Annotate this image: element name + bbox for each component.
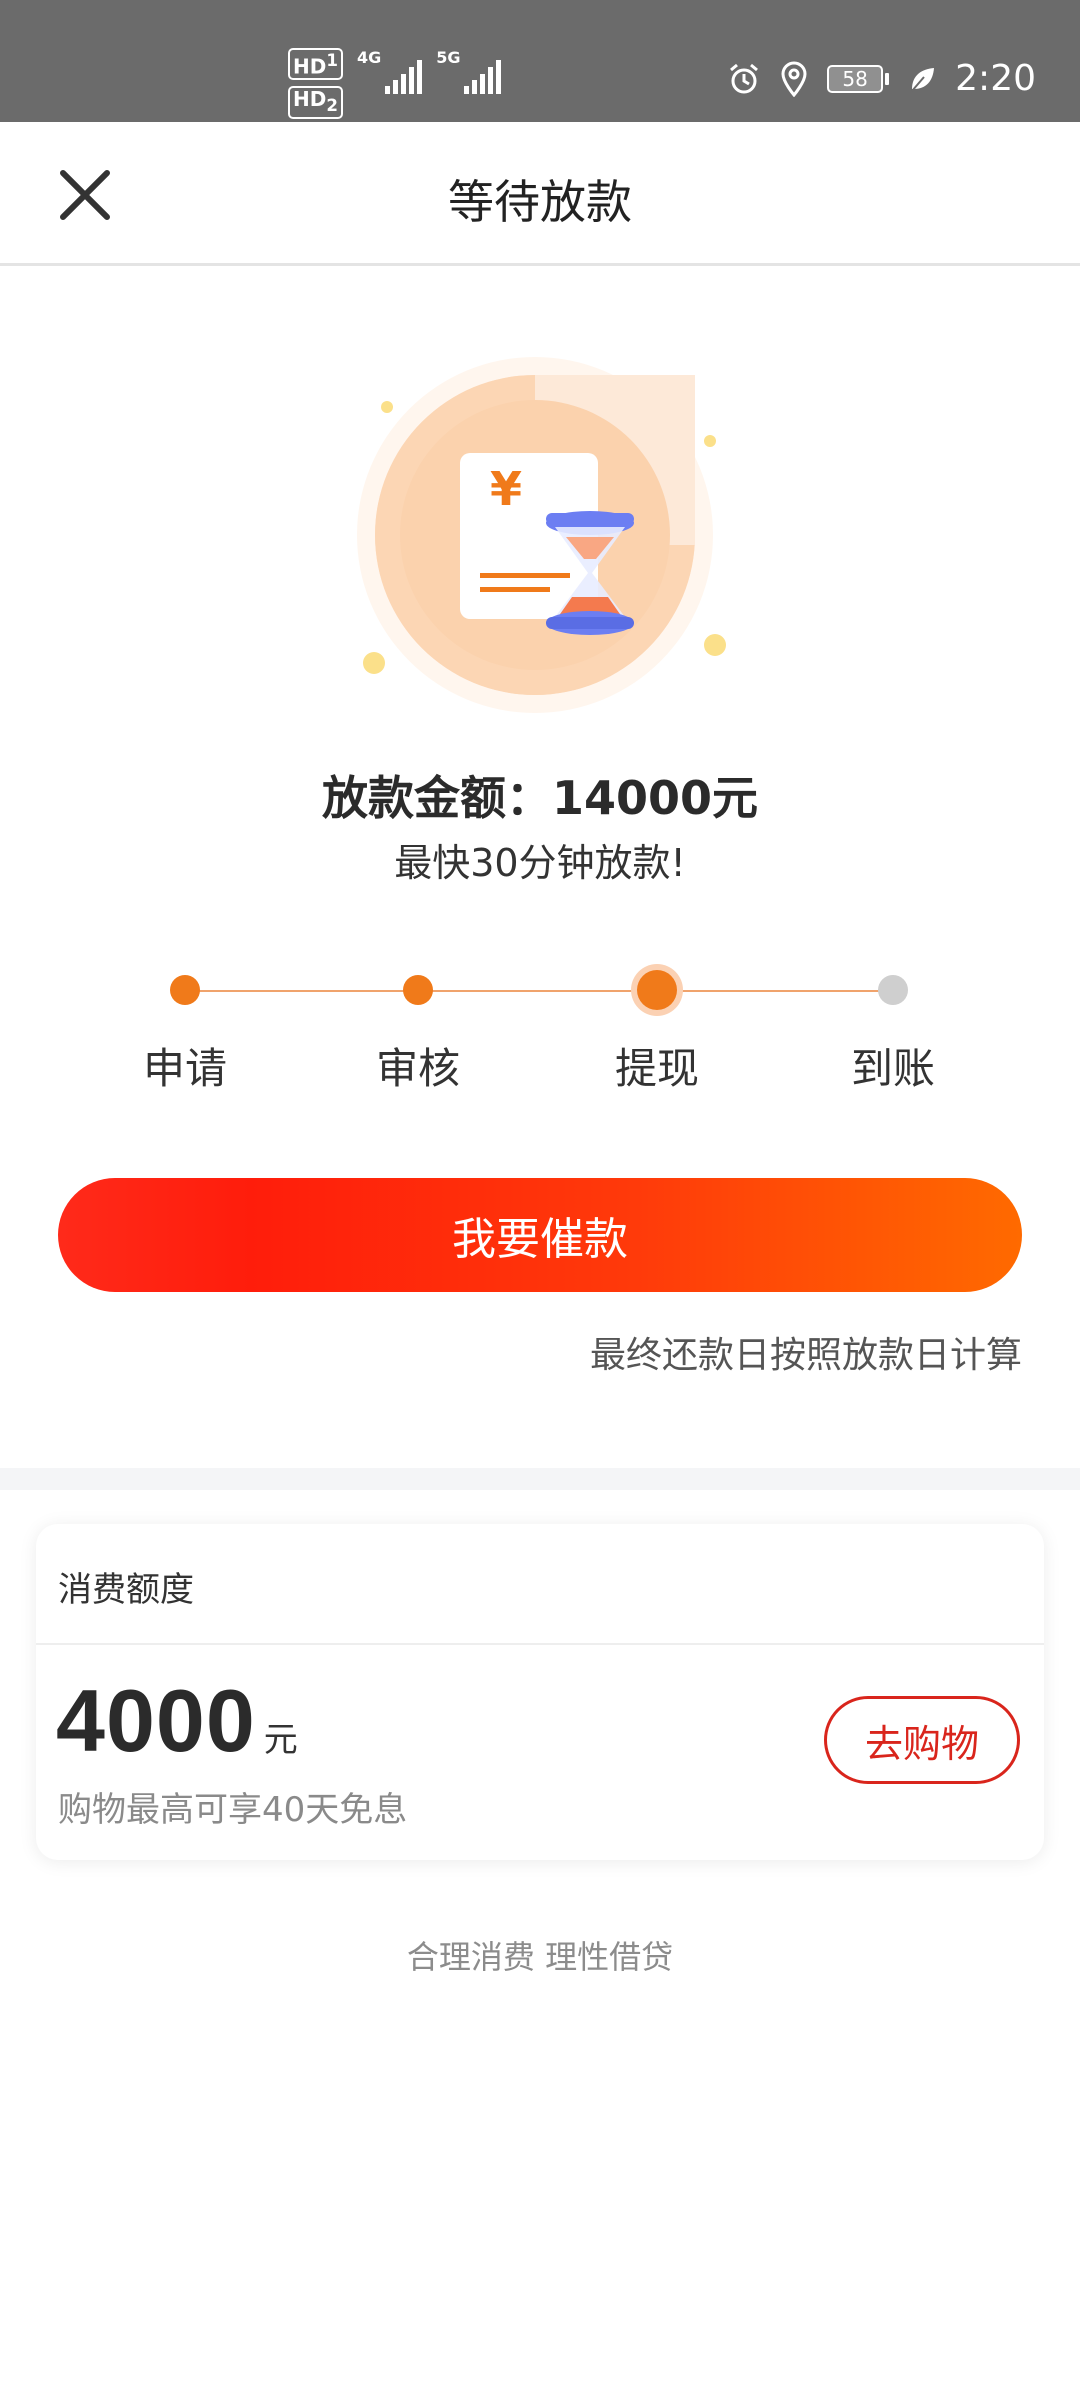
top-bar: 等待放款 <box>0 122 1080 266</box>
signal-bars-icon <box>464 60 502 94</box>
battery-icon: 58 <box>827 64 890 93</box>
card-divider <box>36 1643 1044 1645</box>
signal-bars-icon <box>385 60 423 94</box>
page-title: 等待放款 <box>448 175 632 229</box>
step-dot-done <box>170 975 200 1005</box>
credit-limit-card: 消费额度 4000 元 购物最高可享40天免息 去购物 <box>36 1524 1044 1860</box>
status-bar: HD1 HD2 4G 5G 58 2:20 <box>0 0 1080 122</box>
status-time: 2:20 <box>955 58 1036 99</box>
credit-amount-value: 4000 <box>56 1671 256 1770</box>
go-shopping-button[interactable]: 去购物 <box>824 1696 1020 1784</box>
hd2-badge: HD2 <box>288 85 343 119</box>
yen-symbol: ¥ <box>490 462 522 516</box>
credit-description: 购物最高可享40天免息 <box>58 1790 408 1830</box>
alarm-icon <box>727 62 761 96</box>
step-dot-done <box>403 975 433 1005</box>
step-dot-current <box>637 970 677 1010</box>
step-apply: 申请 <box>85 960 285 1096</box>
location-icon <box>777 61 811 97</box>
hd-indicators: HD1 HD2 <box>288 48 343 119</box>
signal-4g: 4G <box>357 48 423 94</box>
loan-amount-title: 放款金额：14000元 <box>321 771 759 825</box>
waiting-illustration: ¥ <box>340 355 740 735</box>
urge-loan-button[interactable]: 我要催款 <box>58 1178 1022 1292</box>
step-arrived: 到账 <box>793 960 993 1096</box>
credit-title: 消费额度 <box>58 1570 194 1610</box>
status-right: 58 2:20 <box>727 58 1036 99</box>
repayment-note: 最终还款日按照放款日计算 <box>589 1335 1022 1376</box>
hd1-badge: HD1 <box>288 48 343 80</box>
signal-5g: 5G <box>436 48 502 94</box>
step-review: 审核 <box>318 960 518 1096</box>
footer-slogan: 合理消费 理性借贷 <box>406 1938 674 1976</box>
loan-speed-note: 最快30分钟放款! <box>394 841 686 885</box>
section-divider <box>0 1468 1080 1490</box>
credit-amount-unit: 元 <box>263 1720 298 1760</box>
step-dot-pending <box>878 975 908 1005</box>
leaf-icon <box>905 62 939 96</box>
status-left: HD1 HD2 4G 5G <box>288 48 502 119</box>
progress-line <box>185 990 895 992</box>
credit-amount: 4000 元 <box>56 1670 298 1772</box>
step-withdraw: 提现 <box>557 960 757 1096</box>
